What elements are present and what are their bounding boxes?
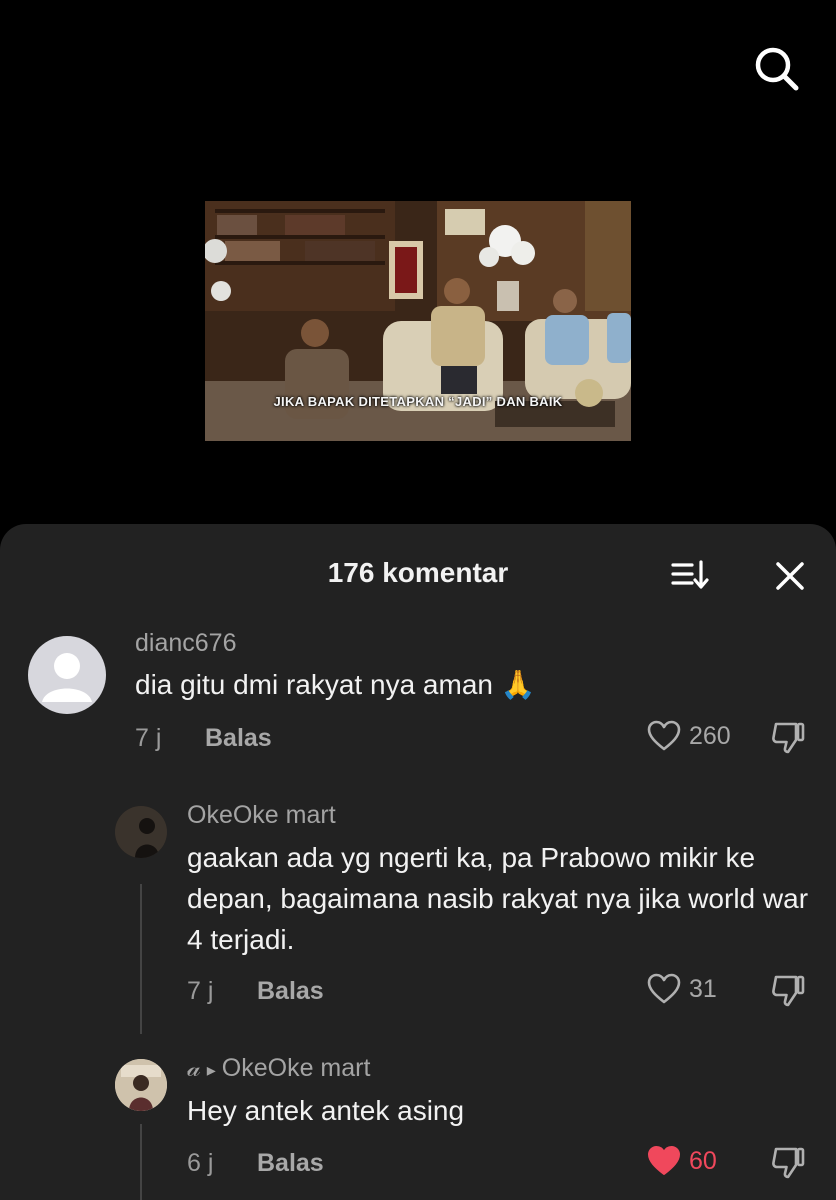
dislike-button[interactable] bbox=[768, 1143, 808, 1183]
comments-sheet: 176 komentar dianc676 dia gitu dmi rakya… bbox=[0, 524, 836, 1200]
dislike-button[interactable] bbox=[768, 718, 808, 758]
avatar[interactable] bbox=[115, 806, 167, 858]
comment-time: 7 j bbox=[135, 724, 162, 752]
like-count: 60 bbox=[689, 1146, 717, 1175]
comment-username[interactable]: OkeOke mart bbox=[187, 801, 336, 830]
like-button[interactable]: 60 bbox=[647, 1145, 717, 1177]
sort-icon bbox=[671, 560, 709, 589]
search-icon bbox=[755, 47, 799, 91]
reply-to-username[interactable]: OkeOke mart bbox=[222, 1054, 371, 1082]
user-photo-avatar bbox=[115, 1059, 167, 1111]
username-prefix[interactable]: 𝒶 bbox=[187, 1054, 201, 1082]
like-count: 260 bbox=[689, 721, 731, 750]
dislike-button[interactable] bbox=[768, 971, 808, 1011]
thumb-down-icon bbox=[772, 1147, 805, 1179]
video-player[interactable]: JIKA BAPAK DITETAPKAN “JADI” DAN BAIK bbox=[205, 201, 631, 441]
user-photo-avatar bbox=[115, 806, 167, 858]
like-count: 31 bbox=[689, 974, 717, 1003]
default-avatar-icon bbox=[42, 653, 92, 702]
heart-filled-icon bbox=[648, 1146, 680, 1175]
avatar[interactable] bbox=[115, 1059, 167, 1111]
comment-time: 6 j bbox=[187, 1149, 214, 1177]
avatar[interactable] bbox=[28, 636, 106, 714]
comment-text: dia gitu dmi rakyat nya aman 🙏 bbox=[135, 669, 536, 700]
reply-comment-item: 𝒶 ▸ OkeOke mart Hey antek antek asing 6 j … bbox=[0, 1051, 836, 1200]
comment-username-line: 𝒶 ▸ OkeOke mart bbox=[187, 1054, 370, 1083]
close-button[interactable] bbox=[768, 554, 812, 598]
reply-comment-item: OkeOke mart gaakan ada yg ngerti ka, pa … bbox=[0, 796, 836, 1036]
comment-time: 7 j bbox=[187, 977, 214, 1005]
thumb-down-icon bbox=[772, 975, 805, 1007]
reply-button[interactable]: Balas bbox=[205, 724, 272, 753]
comment-username[interactable]: dianc676 bbox=[135, 629, 236, 658]
sort-button[interactable] bbox=[668, 554, 712, 598]
heart-icon bbox=[647, 720, 681, 751]
video-comments-screen: JIKA BAPAK DITETAPKAN “JADI” DAN BAIK 17… bbox=[0, 0, 836, 1200]
comment-item: dianc676 dia gitu dmi rakyat nya aman 🙏 … bbox=[0, 624, 836, 784]
comment-text: Hey antek antek asing bbox=[187, 1095, 465, 1126]
reply-button[interactable]: Balas bbox=[257, 977, 324, 1006]
reply-button[interactable]: Balas bbox=[257, 1149, 324, 1178]
thumb-down-icon bbox=[772, 722, 805, 754]
close-icon bbox=[776, 562, 804, 590]
search-button[interactable] bbox=[748, 40, 804, 96]
reply-arrow-icon: ▸ bbox=[206, 1060, 216, 1080]
like-button[interactable]: 260 bbox=[647, 720, 731, 752]
video-caption: JIKA BAPAK DITETAPKAN “JADI” DAN BAIK bbox=[273, 394, 563, 409]
comments-header: 176 komentar bbox=[0, 524, 836, 624]
comment-text: gaakan ada yg ngerti ka, pa Prabowo miki… bbox=[187, 842, 809, 955]
like-button[interactable]: 31 bbox=[647, 973, 717, 1005]
heart-icon bbox=[647, 973, 681, 1004]
